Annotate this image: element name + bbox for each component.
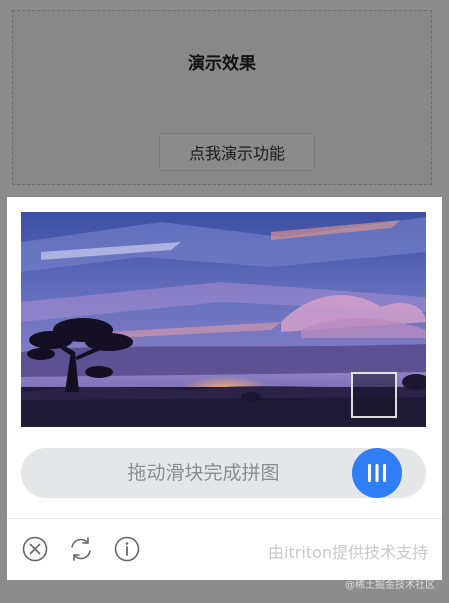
slider-captcha-dialog: 拖动滑块完成拼图 由itriton提供技术支持 xyxy=(7,197,442,580)
puzzle-image xyxy=(21,212,426,427)
refresh-icon xyxy=(71,537,91,561)
puzzle-gap xyxy=(351,372,397,418)
refresh-button[interactable] xyxy=(67,535,95,563)
info-icon xyxy=(114,536,140,562)
slider-hint: 拖动滑块完成拼图 xyxy=(127,462,280,484)
close-button[interactable] xyxy=(21,535,49,563)
watermark: @稀土掘金技术社区 xyxy=(345,580,435,591)
close-circle-icon xyxy=(22,536,48,562)
slider-track[interactable]: 拖动滑块完成拼图 xyxy=(21,448,426,498)
footer-divider xyxy=(7,518,442,519)
info-button[interactable] xyxy=(113,535,141,563)
grip-lines-icon xyxy=(368,464,386,482)
credit-text: 由itriton提供技术支持 xyxy=(268,543,428,562)
slider-handle[interactable] xyxy=(352,448,402,498)
